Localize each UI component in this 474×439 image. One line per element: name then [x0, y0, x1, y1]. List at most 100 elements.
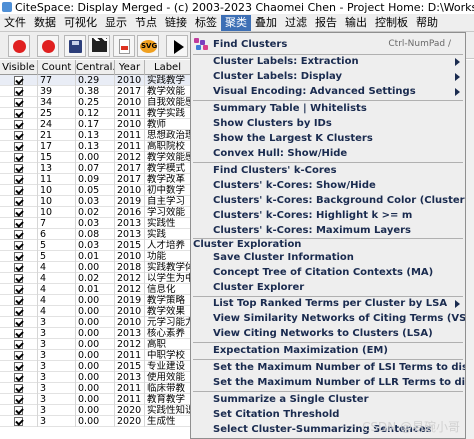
- visible-checkbox[interactable]: [14, 208, 23, 217]
- table-row[interactable]: 24 0.17 2010 教师: [0, 119, 190, 130]
- table-row[interactable]: 11 0.09 2017 教学改革: [0, 174, 190, 185]
- menu-item-show-by-ids[interactable]: Show Clusters by IDs: [191, 116, 465, 131]
- menu-item-save-cluster-info[interactable]: Save Cluster Information: [191, 250, 465, 265]
- table-row[interactable]: 4 0.02 2012 以学生为中: [0, 273, 190, 284]
- menu-item-largest-k[interactable]: Show the Largest K Clusters: [191, 131, 465, 146]
- menu-item[interactable]: 过滤: [281, 15, 311, 31]
- menu-item-k-cores-highlight[interactable]: Clusters' k-Cores: Highlight k >= m: [191, 208, 465, 223]
- menu-item[interactable]: 节点: [131, 15, 161, 31]
- visible-checkbox[interactable]: [14, 76, 23, 85]
- visible-checkbox[interactable]: [14, 351, 23, 360]
- red-circle-icon[interactable]: [8, 35, 30, 57]
- table-row[interactable]: 3 0.00 2020 生成性: [0, 416, 190, 427]
- table-row[interactable]: 77 0.29 2010 实践教学: [0, 75, 190, 86]
- column-header-label[interactable]: Label: [145, 60, 190, 75]
- play-icon[interactable]: [166, 35, 188, 57]
- table-row[interactable]: 34 0.25 2010 自我效能感: [0, 97, 190, 108]
- menu-item-cluster-explorer[interactable]: Cluster Explorer: [191, 280, 465, 295]
- table-row[interactable]: 3 0.00 2011 教育教学: [0, 394, 190, 405]
- visible-checkbox[interactable]: [14, 153, 23, 162]
- table-row[interactable]: 3 0.00 2011 临床带教: [0, 383, 190, 394]
- column-header-count[interactable]: Count: [38, 60, 76, 75]
- menu-item[interactable]: 文件: [0, 15, 30, 31]
- visible-checkbox[interactable]: [14, 274, 23, 283]
- menu-item[interactable]: 控制板: [371, 15, 412, 31]
- menu-item[interactable]: 数据: [30, 15, 60, 31]
- menu-item-citing-lsa[interactable]: View Citing Networks to Clusters (LSA): [191, 326, 465, 341]
- menu-item-max-llr[interactable]: Set the Maximum Number of LLR Terms to d…: [191, 375, 465, 390]
- menu-item-summarize-single[interactable]: Summarize a Single Cluster: [191, 392, 465, 407]
- menu-item-em[interactable]: Expectation Maximization (EM): [191, 343, 465, 358]
- table-row[interactable]: 39 0.38 2017 教学效能: [0, 86, 190, 97]
- visible-checkbox[interactable]: [14, 219, 23, 228]
- visible-checkbox[interactable]: [14, 87, 23, 96]
- visible-checkbox[interactable]: [14, 230, 23, 239]
- visible-checkbox[interactable]: [14, 417, 23, 426]
- visible-checkbox[interactable]: [14, 296, 23, 305]
- table-row[interactable]: 3 0.00 2015 专业建设: [0, 361, 190, 372]
- menu-cluster-active[interactable]: 聚类: [221, 14, 251, 31]
- visible-checkbox[interactable]: [14, 340, 23, 349]
- save-icon[interactable]: [64, 35, 86, 57]
- visible-checkbox[interactable]: [14, 98, 23, 107]
- table-row[interactable]: 4 0.00 2018 实践教学体: [0, 262, 190, 273]
- table-row[interactable]: 3 0.00 2020 实践性知识: [0, 405, 190, 416]
- menu-item[interactable]: 显示: [101, 15, 131, 31]
- menu-item[interactable]: 帮助: [412, 15, 442, 31]
- visible-checkbox[interactable]: [14, 241, 23, 250]
- table-row[interactable]: 7 0.03 2013 实践性: [0, 218, 190, 229]
- table-row[interactable]: 10 0.03 2019 自主学习: [0, 196, 190, 207]
- table-row[interactable]: 6 0.08 2013 实践: [0, 229, 190, 240]
- table-row[interactable]: 4 0.01 2012 信息化: [0, 284, 190, 295]
- visible-checkbox[interactable]: [14, 384, 23, 393]
- table-row[interactable]: 4 0.00 2010 教学效果: [0, 306, 190, 317]
- visible-checkbox[interactable]: [14, 395, 23, 404]
- visible-checkbox[interactable]: [14, 109, 23, 118]
- menu-item-summary-table[interactable]: Summary Table | Whitelists: [191, 101, 465, 116]
- menu-item-k-cores-bg-color[interactable]: Clusters' k-Cores: Background Color (Clu…: [191, 193, 465, 208]
- table-row[interactable]: 4 0.00 2019 教学策略: [0, 295, 190, 306]
- table-row[interactable]: 10 0.05 2010 初中数学: [0, 185, 190, 196]
- menu-item-labels-display[interactable]: Cluster Labels: Display: [191, 69, 465, 84]
- pdf-icon[interactable]: [113, 35, 135, 57]
- visible-checkbox[interactable]: [14, 197, 23, 206]
- svg-icon[interactable]: [137, 35, 159, 57]
- menu-item-similarity-vsm[interactable]: View Similarity Networks of Citing Terms…: [191, 311, 465, 326]
- visible-checkbox[interactable]: [14, 329, 23, 338]
- menu-item[interactable]: 标签: [191, 15, 221, 31]
- visible-checkbox[interactable]: [14, 175, 23, 184]
- visible-checkbox[interactable]: [14, 131, 23, 140]
- menu-item-k-cores-max-layers[interactable]: Clusters' k-Cores: Maximum Layers: [191, 223, 465, 238]
- table-row[interactable]: 13 0.07 2017 教学模式: [0, 163, 190, 174]
- visible-checkbox[interactable]: [14, 120, 23, 129]
- table-row[interactable]: 3 0.00 2011 中职学校: [0, 350, 190, 361]
- menu-item-labels-extraction[interactable]: Cluster Labels: Extraction: [191, 54, 465, 69]
- column-header-visible[interactable]: Visible: [0, 60, 38, 75]
- visible-checkbox[interactable]: [14, 307, 23, 316]
- table-row[interactable]: 10 0.02 2016 学习效能: [0, 207, 190, 218]
- table-row[interactable]: 5 0.03 2015 人才培养: [0, 240, 190, 251]
- table-row[interactable]: 5 0.01 2010 功能: [0, 251, 190, 262]
- visible-checkbox[interactable]: [14, 318, 23, 327]
- visible-checkbox[interactable]: [14, 186, 23, 195]
- menu-item[interactable]: 报告: [311, 15, 341, 31]
- column-header-year[interactable]: Year: [115, 60, 145, 75]
- visible-checkbox[interactable]: [14, 362, 23, 371]
- visible-checkbox[interactable]: [14, 164, 23, 173]
- table-row[interactable]: 3 0.00 2013 使用效能: [0, 372, 190, 383]
- menu-item[interactable]: 输出: [341, 15, 371, 31]
- menu-item[interactable]: 链接: [161, 15, 191, 31]
- menu-item[interactable]: 叠加: [251, 15, 281, 31]
- visible-checkbox[interactable]: [14, 373, 23, 382]
- table-row[interactable]: 17 0.13 2011 高职院校: [0, 141, 190, 152]
- red-circle-icon[interactable]: [37, 35, 59, 57]
- table-row[interactable]: 3 0.00 2012 高职: [0, 339, 190, 350]
- visible-checkbox[interactable]: [14, 252, 23, 261]
- visible-checkbox[interactable]: [14, 142, 23, 151]
- visible-checkbox[interactable]: [14, 406, 23, 415]
- visible-checkbox[interactable]: [14, 285, 23, 294]
- menu-item[interactable]: 可视化: [60, 15, 101, 31]
- menu-item-max-lsi[interactable]: Set the Maximum Number of LSI Terms to d…: [191, 360, 465, 375]
- menu-item-top-ranked-lsa[interactable]: List Top Ranked Terms per Cluster by LSA: [191, 296, 465, 311]
- table-row[interactable]: 25 0.12 2011 教学实践: [0, 108, 190, 119]
